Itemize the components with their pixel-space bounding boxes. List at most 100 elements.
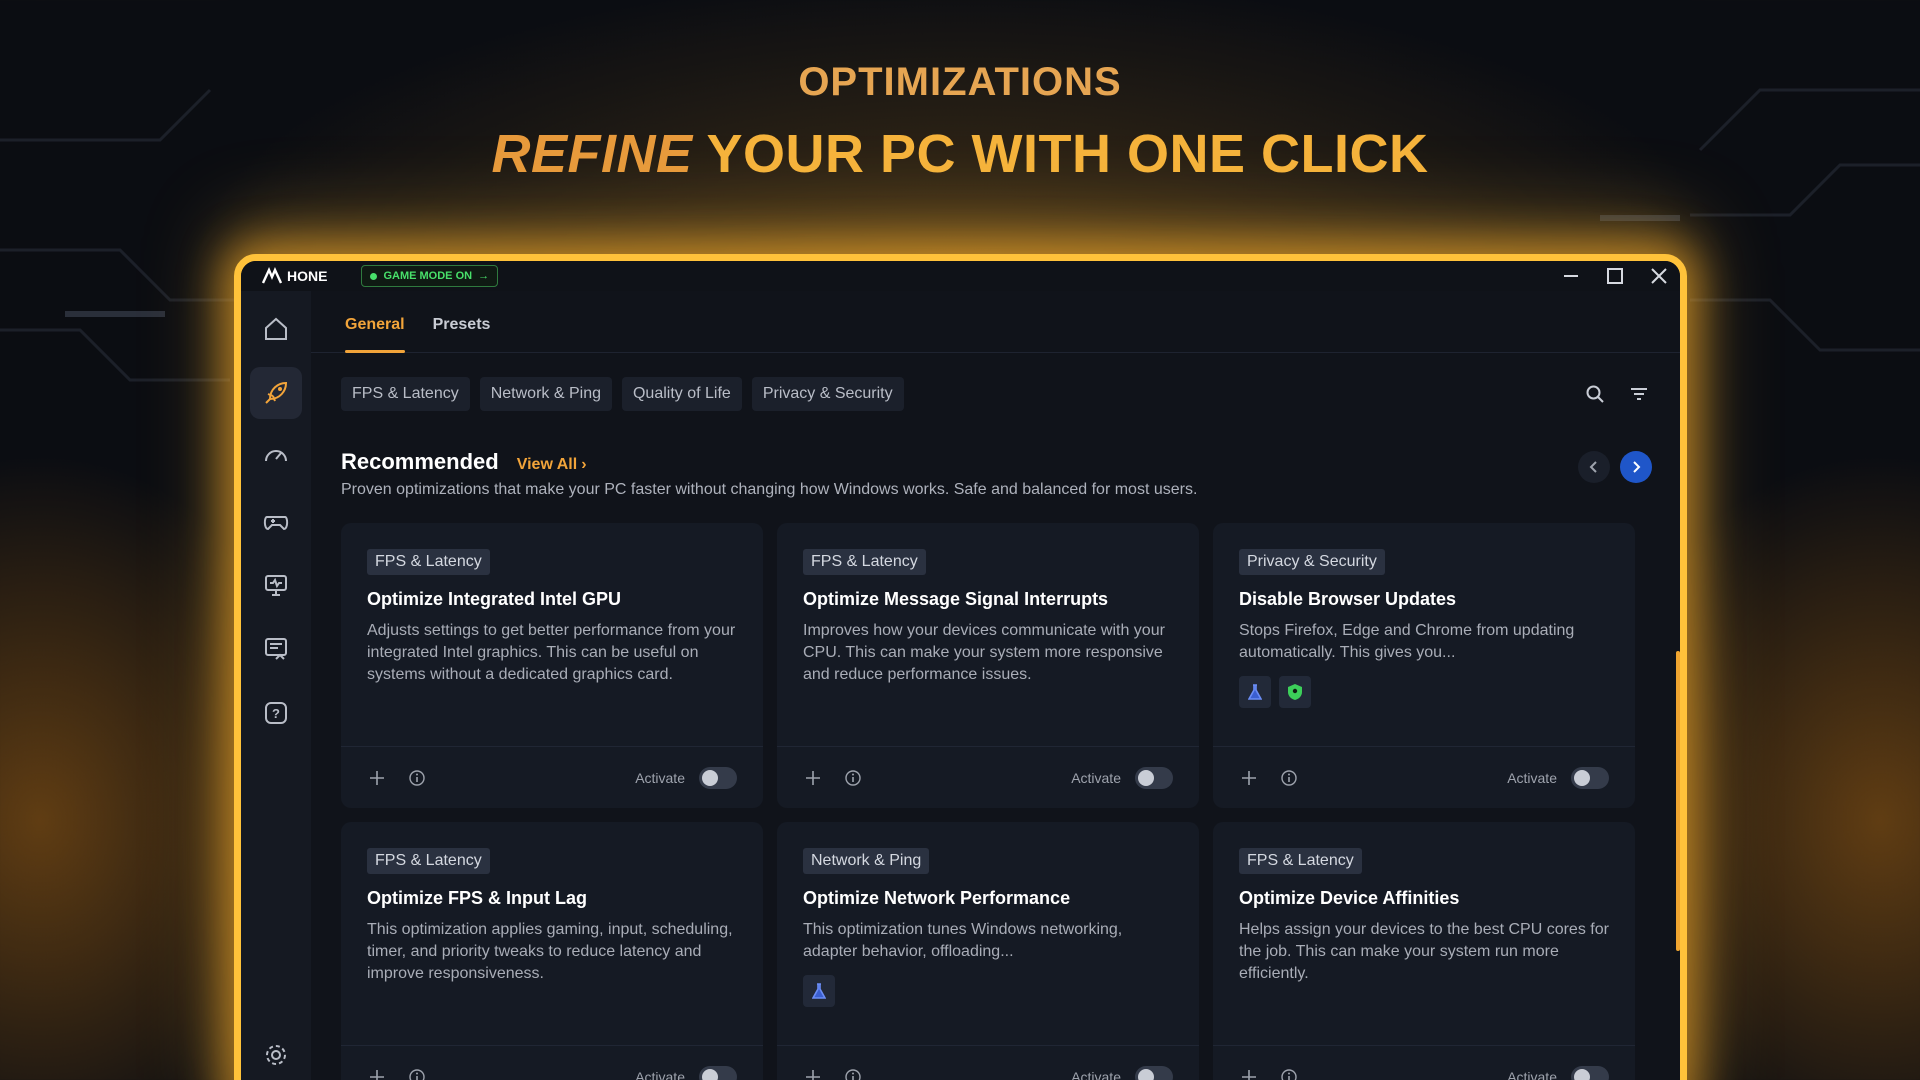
info-icon[interactable] xyxy=(407,768,427,788)
sidebar-item-games[interactable] xyxy=(250,495,302,547)
card-description: Improves how your devices communicate wi… xyxy=(803,622,1165,683)
filter-privacy-security[interactable]: Privacy & Security xyxy=(751,377,904,411)
hero-title: REFINE YOUR PC WITH ONE CLICK xyxy=(0,123,1920,185)
add-icon[interactable] xyxy=(803,768,823,788)
next-button[interactable] xyxy=(1620,451,1652,483)
card-title: Optimize Device Affinities xyxy=(1239,888,1460,908)
filter-quality-of-life[interactable]: Quality of Life xyxy=(621,377,742,411)
sidebar-item-performance[interactable] xyxy=(250,431,302,483)
sidebar-item-optimizations[interactable] xyxy=(250,367,302,419)
activate-control: Activate xyxy=(635,766,737,789)
activate-toggle[interactable] xyxy=(1571,1065,1609,1080)
activate-control: Activate xyxy=(1071,1065,1173,1080)
card-badges xyxy=(803,975,1173,1007)
activate-label: Activate xyxy=(1071,1068,1121,1080)
carousel-nav xyxy=(1578,451,1652,483)
home-icon xyxy=(265,317,287,340)
view-all-label: View All xyxy=(516,456,578,473)
optimization-card: FPS & Latency Optimize Integrated Intel … xyxy=(341,523,763,808)
maximize-icon[interactable] xyxy=(1604,265,1626,287)
scrollbar[interactable] xyxy=(1676,651,1680,951)
filter-icon[interactable] xyxy=(1628,383,1650,405)
optimization-card: Privacy & Security Disable Browser Updat… xyxy=(1213,523,1635,808)
activate-toggle[interactable] xyxy=(1135,1065,1173,1080)
sidebar-item-home[interactable] xyxy=(250,303,302,355)
card-footer: Activate xyxy=(341,746,763,808)
benchmark-icon xyxy=(265,638,287,660)
hero-title-rest: YOUR PC WITH ONE CLICK xyxy=(706,124,1429,184)
chevron-right-icon xyxy=(1633,461,1641,473)
category-tag: Privacy & Security xyxy=(1239,549,1385,575)
optimization-grid: FPS & Latency Optimize Integrated Intel … xyxy=(341,523,1635,1080)
close-icon[interactable] xyxy=(1648,265,1670,287)
filter-fps-latency[interactable]: FPS & Latency xyxy=(341,377,470,411)
card-footer: Activate xyxy=(1213,1045,1635,1080)
card-description: This optimization tunes Windows networki… xyxy=(803,921,1123,960)
search-icon[interactable] xyxy=(1584,383,1606,405)
game-mode-button[interactable]: GAME MODE ON → xyxy=(361,265,499,287)
hero-subtitle: OPTIMIZATIONS xyxy=(798,60,1122,104)
card-footer: Activate xyxy=(777,746,1199,808)
tab-bar: General Presets xyxy=(311,291,1680,353)
card-title: Disable Browser Updates xyxy=(1239,589,1457,609)
card-description: Adjusts settings to get better performan… xyxy=(367,622,736,683)
category-tag: FPS & Latency xyxy=(367,549,490,575)
prev-button[interactable] xyxy=(1578,451,1610,483)
category-tag: FPS & Latency xyxy=(803,549,926,575)
flask-icon xyxy=(1239,676,1271,708)
sidebar-item-benchmark[interactable] xyxy=(250,623,302,675)
activate-toggle[interactable] xyxy=(1135,766,1173,789)
card-description: Stops Firefox, Edge and Chrome from upda… xyxy=(1239,622,1575,661)
info-icon[interactable] xyxy=(407,1067,427,1080)
gear-icon xyxy=(266,1045,286,1065)
info-icon[interactable] xyxy=(843,1067,863,1080)
activate-toggle[interactable] xyxy=(699,766,737,789)
minimize-icon[interactable] xyxy=(1560,265,1582,287)
optimization-card: FPS & Latency Optimize FPS & Input Lag T… xyxy=(341,822,763,1080)
tab-general[interactable]: General xyxy=(345,291,405,353)
info-icon[interactable] xyxy=(1279,768,1299,788)
sidebar-item-monitor[interactable] xyxy=(250,559,302,611)
card-badges xyxy=(1239,676,1609,708)
add-icon[interactable] xyxy=(803,1067,823,1080)
monitor-icon xyxy=(265,575,287,596)
game-mode-label: GAME MODE ON xyxy=(383,270,473,282)
card-footer: Activate xyxy=(341,1045,763,1080)
title-bar: HONE GAME MODE ON → xyxy=(241,261,1680,291)
window-controls xyxy=(1560,261,1670,291)
sidebar-item-settings[interactable] xyxy=(250,1029,302,1080)
optimization-card: FPS & Latency Optimize Message Signal In… xyxy=(777,523,1199,808)
sidebar: ? xyxy=(241,291,311,1080)
category-tag: FPS & Latency xyxy=(1239,848,1362,874)
view-all-link[interactable]: View All › xyxy=(517,456,587,474)
chevron-left-icon xyxy=(1589,461,1597,473)
filter-tools xyxy=(1584,383,1650,405)
add-icon[interactable] xyxy=(1239,768,1259,788)
gamepad-icon xyxy=(263,516,289,531)
info-icon[interactable] xyxy=(843,768,863,788)
card-footer: Activate xyxy=(777,1045,1199,1080)
add-icon[interactable] xyxy=(1239,1067,1259,1080)
activate-control: Activate xyxy=(1507,766,1609,789)
activate-label: Activate xyxy=(1071,769,1121,786)
info-icon[interactable] xyxy=(1279,1067,1299,1080)
add-icon[interactable] xyxy=(367,1067,387,1080)
arrow-right-icon: → xyxy=(478,270,490,282)
filter-network-ping[interactable]: Network & Ping xyxy=(479,377,612,411)
tab-presets[interactable]: Presets xyxy=(433,291,491,352)
activate-control: Activate xyxy=(1071,766,1173,789)
shield-icon xyxy=(1279,676,1311,708)
sidebar-item-help[interactable]: ? xyxy=(250,687,302,739)
activate-toggle[interactable] xyxy=(699,1065,737,1080)
app-logo: HONE xyxy=(261,267,327,285)
main-content: General Presets FPS & Latency Network & … xyxy=(311,291,1680,1080)
optimization-card: Network & Ping Optimize Network Performa… xyxy=(777,822,1199,1080)
activate-label: Activate xyxy=(635,1068,685,1080)
activate-control: Activate xyxy=(635,1065,737,1080)
activate-toggle[interactable] xyxy=(1571,766,1609,789)
add-icon[interactable] xyxy=(367,768,387,788)
hero: OPTIMIZATIONS REFINE YOUR PC WITH ONE CLI… xyxy=(0,60,1920,185)
card-title: Optimize Message Signal Interrupts xyxy=(803,589,1109,609)
svg-text:?: ? xyxy=(272,706,280,721)
optimization-card: FPS & Latency Optimize Device Affinities… xyxy=(1213,822,1635,1080)
